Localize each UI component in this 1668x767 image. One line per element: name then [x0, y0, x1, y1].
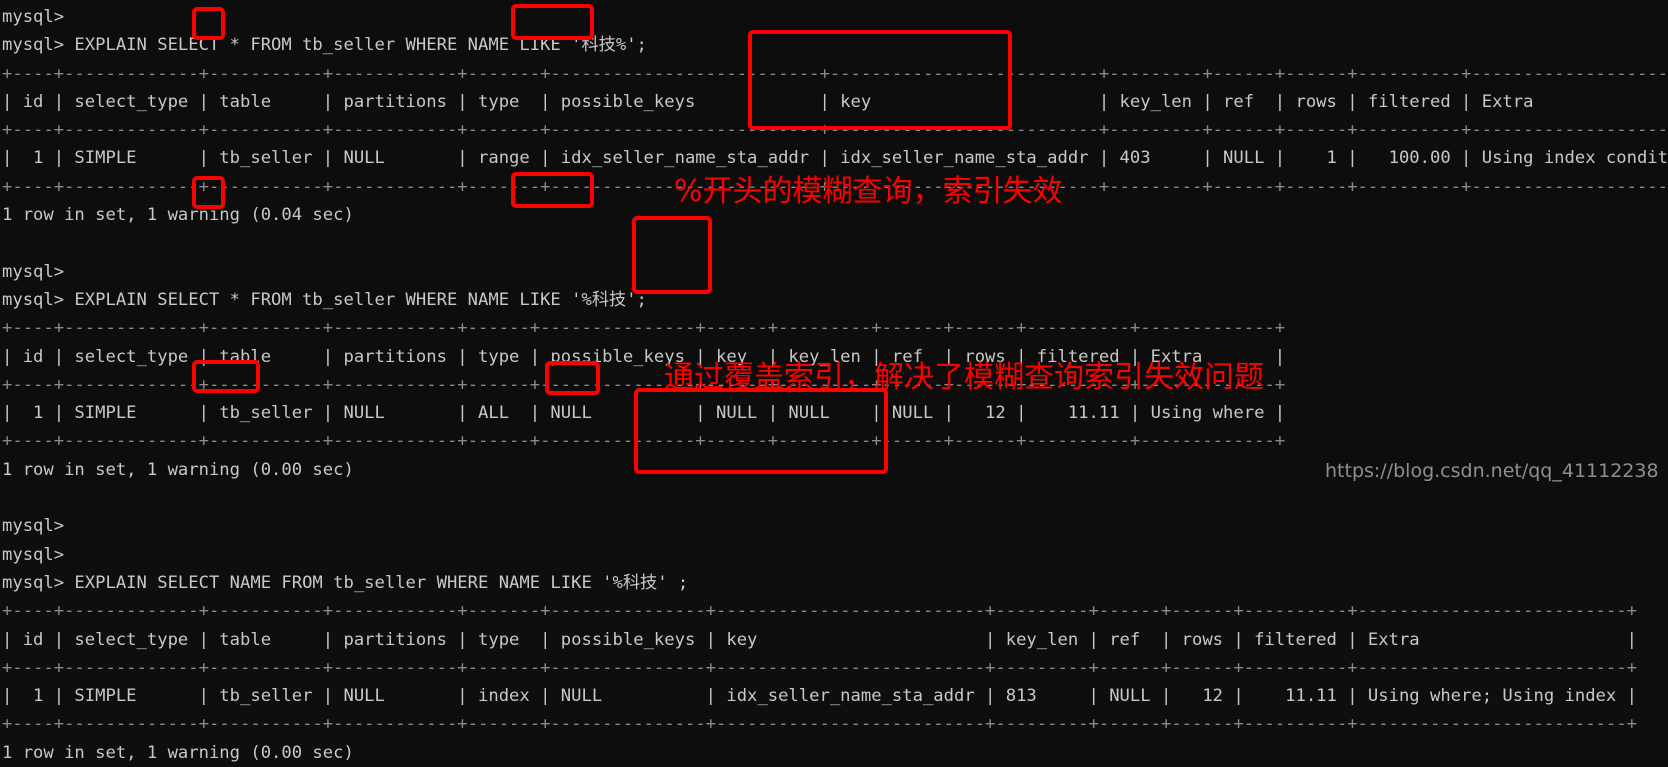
terminal-line: mysql>	[2, 7, 65, 27]
terminal-line: +----+-------------+-----------+--------…	[2, 714, 1637, 735]
terminal-line: +----+-------------+-----------+--------…	[2, 318, 1286, 339]
terminal-line: +----+-------------+-----------+--------…	[2, 63, 1668, 84]
terminal-line: | 1 | SIMPLE | tb_seller | NULL | index …	[2, 686, 1637, 707]
terminal-line: | id | select_type | table | partitions …	[2, 91, 1668, 112]
terminal-line: mysql>	[2, 261, 65, 282]
terminal-line: 1 row in set, 1 warning (0.00 sec)	[2, 742, 354, 763]
terminal-line: mysql> EXPLAIN SELECT NAME FROM tb_selle…	[2, 572, 689, 593]
terminal-line: +----+-------------+-----------+--------…	[2, 601, 1637, 622]
watermark-url: https://blog.csdn.net/qq_41112238	[1325, 460, 1659, 482]
terminal-line: mysql>	[2, 516, 65, 537]
annotation-text-bottom: 通过覆盖索引，解决了模糊查询索引失效问题	[664, 360, 1264, 395]
terminal-line: | 1 | SIMPLE | tb_seller | NULL | ALL | …	[2, 403, 1286, 424]
terminal-line: +----+-------------+-----------+--------…	[2, 431, 1286, 452]
terminal-line: mysql> EXPLAIN SELECT * FROM tb_seller W…	[2, 35, 647, 56]
annotation-text-mid: %开头的模糊查询，索引失效	[674, 174, 1063, 209]
terminal-line: mysql> EXPLAIN SELECT * FROM tb_seller W…	[2, 289, 647, 310]
terminal-line: +----+-------------+-----------+--------…	[2, 657, 1637, 678]
terminal-output: mysql> mysql> EXPLAIN SELECT * FROM tb_se…	[0, 0, 1668, 763]
terminal-line: | id | select_type | table | partitions …	[2, 629, 1637, 650]
terminal-line: mysql>	[2, 544, 65, 565]
terminal-line: +----+-------------+-----------+--------…	[2, 120, 1668, 141]
